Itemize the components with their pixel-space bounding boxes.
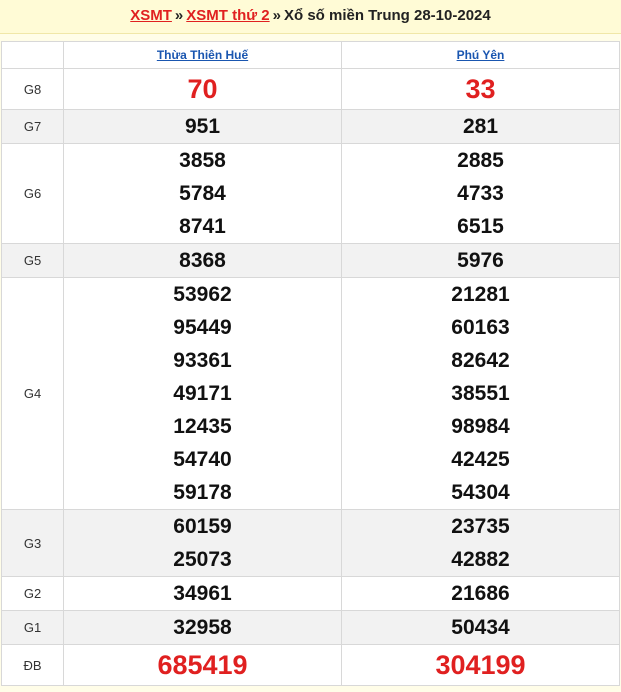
result-number: 23735 [451,515,510,538]
result-number: 5784 [179,182,226,205]
result-number: 53962 [173,283,232,306]
result-cell: 281 [341,109,620,144]
table-row: G2 34961 21686 [1,576,620,611]
table-row: ĐB 685419 304199 [1,644,620,686]
result-cell: 34961 [63,576,342,611]
result-number: 4733 [457,182,504,205]
result-cell: 50434 [341,610,620,645]
province-link[interactable]: Phú Yên [457,48,505,62]
highlight-number: 33 [465,74,496,104]
highlight-number: 70 [187,74,218,104]
xsmt-link[interactable]: XSMT [130,7,172,24]
result-number: 8741 [179,215,226,238]
result-number: 21281 [451,283,510,306]
table-row: G6 3858 5784 8741 2885 4733 6515 [1,143,620,244]
result-cell: 951 [63,109,342,144]
result-cell: 3858 5784 8741 [63,143,342,244]
result-cell: 32958 [63,610,342,645]
prize-column-header [1,41,64,69]
result-cell: 23735 42882 [341,509,620,577]
result-cell: 60159 25073 [63,509,342,577]
prize-label: G2 [1,576,64,611]
result-number: 54304 [451,481,510,504]
result-cell: 685419 [63,644,342,686]
result-number: 3858 [179,149,226,172]
result-number: 42882 [451,548,510,571]
result-number: 281 [462,115,499,138]
table-row: G8 70 33 [1,68,620,110]
result-cell: 33 [341,68,620,110]
result-number: 34961 [173,582,232,605]
result-number: 82642 [451,349,510,372]
prize-label: G4 [1,277,64,510]
result-number: 98984 [451,415,510,438]
result-cell: 2885 4733 6515 [341,143,620,244]
result-cell: 304199 [341,644,620,686]
highlight-number: 304199 [435,650,526,680]
result-cell: 70 [63,68,342,110]
result-number: 12435 [173,415,232,438]
result-number: 5976 [457,249,504,272]
breadcrumb-separator: » [174,7,184,24]
table-header-row: Thừa Thiên Huế Phú Yên [1,41,620,69]
result-number: 93361 [173,349,232,372]
table-row: G3 60159 25073 23735 42882 [1,509,620,577]
result-number: 54740 [173,448,232,471]
result-number: 2885 [457,149,504,172]
table-row: G7 951 281 [1,109,620,144]
results-table: Thừa Thiên Huế Phú Yên G8 70 33 G7 951 281 G6 3… [1,41,620,686]
page: XSMT» XSMT thứ 2» Xổ số miền Trung 28-10-2… [0,0,621,692]
province-link[interactable]: Thừa Thiên Huế [157,48,248,62]
breadcrumb: XSMT» XSMT thứ 2» Xổ số miền Trung 28-10-2… [0,0,621,34]
result-cell: 5976 [341,243,620,278]
result-number: 32958 [173,616,232,639]
result-number: 59178 [173,481,232,504]
result-number: 60159 [173,515,232,538]
prize-label: G3 [1,509,64,577]
page-title: Xổ số miền Trung 28-10-2024 [283,7,491,24]
prize-label: G8 [1,68,64,110]
result-number: 951 [184,115,221,138]
result-number: 8368 [179,249,226,272]
province-header: Phú Yên [341,41,620,69]
result-cell: 21686 [341,576,620,611]
result-cell: 21281 60163 82642 38551 98984 42425 54304 [341,277,620,510]
breadcrumb-separator: » [272,7,281,24]
result-number: 25073 [173,548,232,571]
table-row: G5 8368 5976 [1,243,620,278]
highlight-number: 685419 [157,650,248,680]
result-number: 38551 [451,382,510,405]
result-number: 6515 [457,215,504,238]
prize-label: G7 [1,109,64,144]
result-number: 21686 [451,582,510,605]
result-number: 60163 [451,316,510,339]
prize-label: G6 [1,143,64,244]
xsmt-thu2-link[interactable]: XSMT thứ 2 [186,7,269,24]
prize-label: G1 [1,610,64,645]
table-row: G4 53962 95449 93361 49171 12435 54740 59178 212… [1,277,620,510]
result-number: 42425 [451,448,510,471]
result-number: 49171 [173,382,232,405]
result-cell: 8368 [63,243,342,278]
result-number: 95449 [173,316,232,339]
result-cell: 53962 95449 93361 49171 12435 54740 59178 [63,277,342,510]
province-header: Thừa Thiên Huế [63,41,342,69]
result-number: 50434 [451,616,510,639]
table-row: G1 32958 50434 [1,610,620,645]
prize-label: G5 [1,243,64,278]
prize-label: ĐB [1,644,64,686]
